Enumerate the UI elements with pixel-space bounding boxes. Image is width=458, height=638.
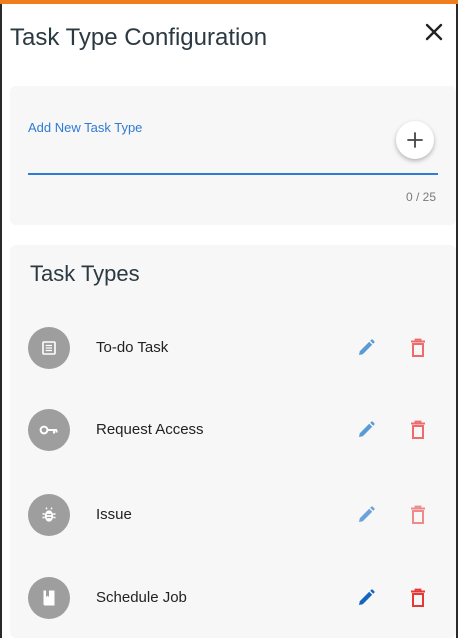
edit-button[interactable] bbox=[354, 503, 378, 527]
trash-icon bbox=[411, 420, 425, 439]
input-underline bbox=[28, 173, 438, 175]
trash-icon bbox=[411, 588, 425, 607]
bug-icon bbox=[42, 507, 56, 522]
pencil-icon bbox=[359, 506, 375, 522]
delete-button[interactable] bbox=[406, 418, 430, 442]
task-type-avatar bbox=[28, 409, 70, 451]
edit-button[interactable] bbox=[354, 418, 378, 442]
character-counter: 0 / 25 bbox=[405, 190, 436, 204]
trash-icon bbox=[411, 505, 425, 524]
task-type-row: To-do Task bbox=[10, 318, 456, 378]
key-icon bbox=[39, 425, 58, 435]
pencil-icon bbox=[359, 421, 375, 437]
task-type-row: Schedule Job bbox=[10, 568, 456, 628]
delete-button[interactable] bbox=[406, 503, 430, 527]
edit-button[interactable] bbox=[354, 586, 378, 610]
task-type-avatar bbox=[28, 494, 70, 536]
add-task-type-button[interactable] bbox=[396, 121, 434, 159]
task-type-label: Schedule Job bbox=[96, 589, 187, 606]
task-types-panel: Task Types To-do Task Request Access Iss… bbox=[10, 245, 456, 638]
task-type-label: To-do Task bbox=[96, 339, 169, 356]
plus-icon bbox=[407, 132, 423, 148]
add-task-type-input[interactable] bbox=[28, 140, 378, 170]
task-type-avatar bbox=[28, 577, 70, 619]
list-icon bbox=[42, 341, 56, 355]
close-icon bbox=[425, 23, 443, 41]
left-border bbox=[0, 4, 2, 638]
task-type-row: Request Access bbox=[10, 400, 456, 460]
close-button[interactable] bbox=[422, 20, 446, 44]
task-types-heading: Task Types bbox=[30, 261, 140, 286]
trash-icon bbox=[411, 338, 425, 357]
pencil-icon bbox=[359, 589, 375, 605]
task-type-label: Request Access bbox=[96, 421, 204, 438]
top-accent-bar bbox=[0, 0, 458, 4]
dialog-title: Task Type Configuration bbox=[10, 24, 268, 51]
edit-button[interactable] bbox=[354, 336, 378, 360]
add-task-type-label: Add New Task Type bbox=[28, 120, 143, 135]
task-type-avatar bbox=[28, 327, 70, 369]
task-type-row: Issue bbox=[10, 485, 456, 545]
task-type-label: Issue bbox=[96, 506, 132, 523]
book-icon bbox=[43, 590, 55, 606]
delete-button[interactable] bbox=[406, 586, 430, 610]
task-type-config-dialog: Task Type Configuration Add New Task Typ… bbox=[0, 0, 458, 638]
add-task-type-panel: Add New Task Type 0 / 25 bbox=[10, 86, 456, 225]
delete-button[interactable] bbox=[406, 336, 430, 360]
pencil-icon bbox=[359, 339, 375, 355]
